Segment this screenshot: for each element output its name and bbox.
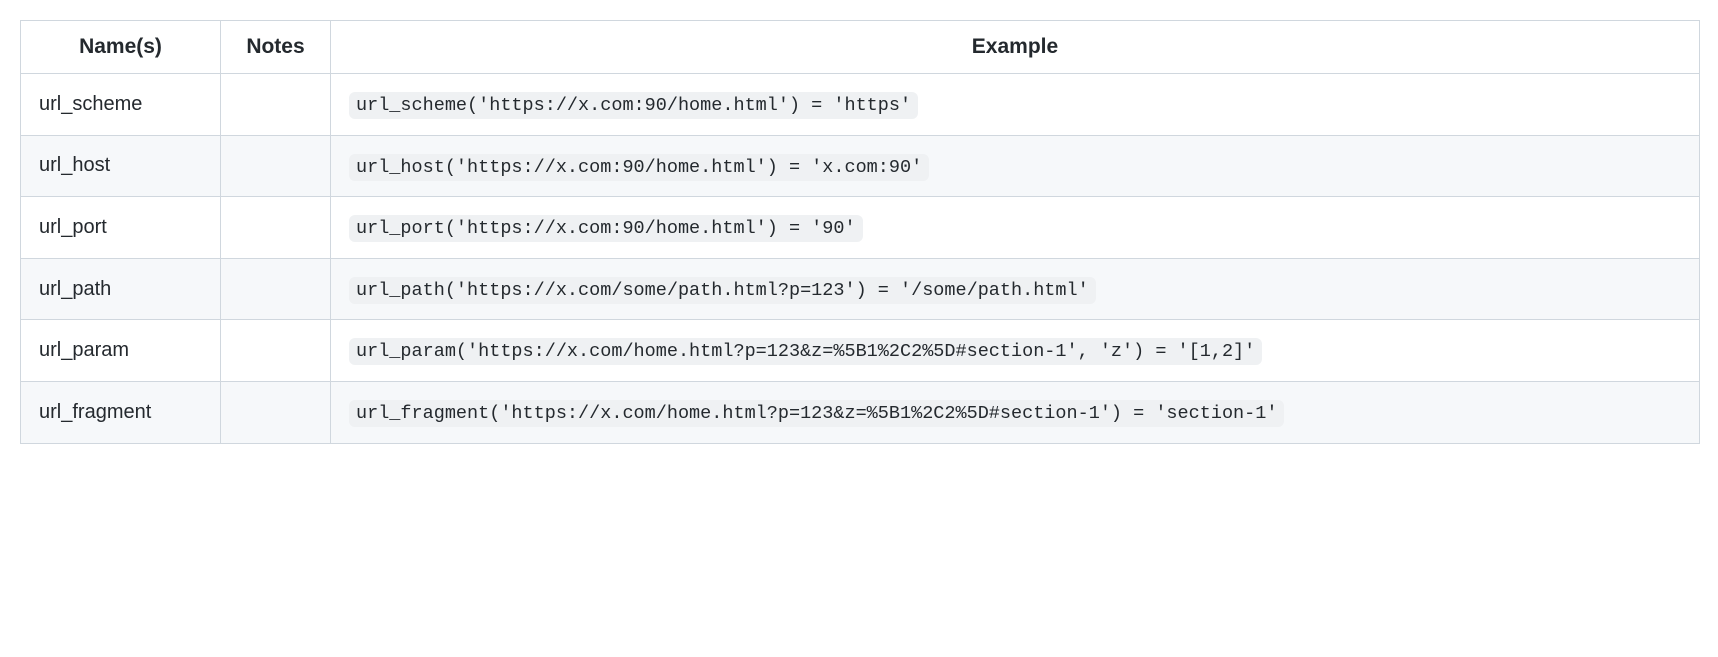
header-notes: Notes bbox=[221, 21, 331, 74]
cell-name: url_path bbox=[21, 258, 221, 320]
cell-notes bbox=[221, 74, 331, 136]
cell-notes bbox=[221, 381, 331, 443]
cell-example: url_path('https://x.com/some/path.html?p… bbox=[331, 258, 1700, 320]
cell-notes bbox=[221, 135, 331, 197]
cell-example: url_host('https://x.com:90/home.html') =… bbox=[331, 135, 1700, 197]
cell-example: url_port('https://x.com:90/home.html') =… bbox=[331, 197, 1700, 259]
table-row: url_param url_param('https://x.com/home.… bbox=[21, 320, 1700, 382]
table-header-row: Name(s) Notes Example bbox=[21, 21, 1700, 74]
cell-name: url_fragment bbox=[21, 381, 221, 443]
header-name: Name(s) bbox=[21, 21, 221, 74]
table-row: url_fragment url_fragment('https://x.com… bbox=[21, 381, 1700, 443]
cell-name: url_scheme bbox=[21, 74, 221, 136]
cell-example: url_scheme('https://x.com:90/home.html')… bbox=[331, 74, 1700, 136]
cell-example: url_fragment('https://x.com/home.html?p=… bbox=[331, 381, 1700, 443]
code-example: url_path('https://x.com/some/path.html?p… bbox=[349, 277, 1096, 304]
code-example: url_host('https://x.com:90/home.html') =… bbox=[349, 154, 929, 181]
code-example: url_scheme('https://x.com:90/home.html')… bbox=[349, 92, 918, 119]
cell-notes bbox=[221, 197, 331, 259]
cell-name: url_port bbox=[21, 197, 221, 259]
table-row: url_path url_path('https://x.com/some/pa… bbox=[21, 258, 1700, 320]
functions-table: Name(s) Notes Example url_scheme url_sch… bbox=[20, 20, 1700, 444]
table-row: url_port url_port('https://x.com:90/home… bbox=[21, 197, 1700, 259]
cell-notes bbox=[221, 320, 331, 382]
table-row: url_scheme url_scheme('https://x.com:90/… bbox=[21, 74, 1700, 136]
code-example: url_port('https://x.com:90/home.html') =… bbox=[349, 215, 863, 242]
table-row: url_host url_host('https://x.com:90/home… bbox=[21, 135, 1700, 197]
cell-notes bbox=[221, 258, 331, 320]
code-example: url_param('https://x.com/home.html?p=123… bbox=[349, 338, 1262, 365]
cell-example: url_param('https://x.com/home.html?p=123… bbox=[331, 320, 1700, 382]
header-example: Example bbox=[331, 21, 1700, 74]
cell-name: url_host bbox=[21, 135, 221, 197]
code-example: url_fragment('https://x.com/home.html?p=… bbox=[349, 400, 1284, 427]
table-container: Name(s) Notes Example url_scheme url_sch… bbox=[20, 20, 1700, 444]
cell-name: url_param bbox=[21, 320, 221, 382]
